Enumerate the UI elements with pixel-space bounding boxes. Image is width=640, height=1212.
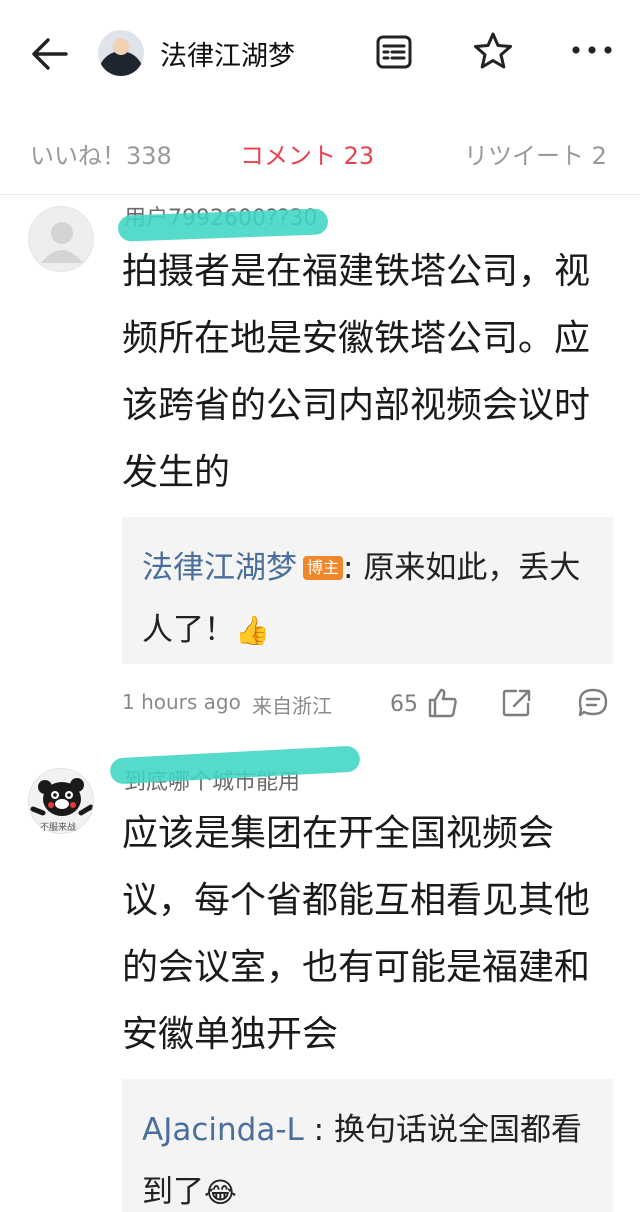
reply-icon[interactable] bbox=[576, 686, 610, 720]
reply-separator: : bbox=[343, 550, 354, 586]
reply-separator: : bbox=[303, 1112, 325, 1148]
back-arrow-icon[interactable] bbox=[26, 30, 74, 78]
comment-text: 应该是集团在开全国视频会议，每个省都能互相看见其他的会议室，也有可能是福建和安徽… bbox=[122, 813, 591, 1055]
tab-comments[interactable]: コメント 23 bbox=[240, 136, 374, 171]
tab-bar: いいね！338 コメント 23 リツイート 2 bbox=[0, 130, 640, 176]
document-icon[interactable] bbox=[374, 32, 414, 72]
comment-time: 1 hours ago bbox=[122, 690, 241, 714]
avatar[interactable] bbox=[28, 206, 94, 272]
like-count: 65 bbox=[390, 692, 418, 717]
share-icon[interactable] bbox=[500, 686, 534, 720]
more-icon[interactable] bbox=[570, 38, 614, 62]
comment-text: 拍摄者是在福建铁塔公司，视频所在地是安徽铁塔公司。应该跨省的公司内部视频会议时发… bbox=[122, 251, 591, 493]
divider bbox=[0, 194, 640, 195]
like-icon[interactable] bbox=[426, 686, 460, 720]
default-avatar-icon bbox=[41, 222, 83, 263]
thumbs-up-emoji-icon: 👍 bbox=[235, 614, 270, 647]
reply-author[interactable]: AJacinda-L bbox=[142, 1112, 304, 1148]
top-bar: 法律江湖梦 bbox=[0, 0, 640, 104]
tab-likes[interactable]: いいね！338 bbox=[30, 136, 172, 171]
blogger-badge: 博主 bbox=[303, 556, 344, 580]
star-icon[interactable] bbox=[472, 30, 514, 72]
tab-retweets[interactable]: リツイート 2 bbox=[464, 136, 607, 171]
page-title: 法律江湖梦 bbox=[160, 41, 295, 72]
reply-box[interactable]: AJacinda-L : 换句话说全国都看到了😂 bbox=[122, 1079, 613, 1212]
reply-box[interactable]: 法律江湖梦 博主: 原来如此，丢大人了！👍 bbox=[122, 517, 613, 664]
laughing-crying-emoji-icon: 😂 bbox=[204, 1176, 237, 1209]
comment-location: 来自浙江 bbox=[252, 694, 332, 718]
avatar[interactable] bbox=[98, 30, 144, 76]
avatar-caption: 不服来战 bbox=[40, 823, 77, 833]
reply-author[interactable]: 法律江湖梦 bbox=[142, 550, 297, 586]
